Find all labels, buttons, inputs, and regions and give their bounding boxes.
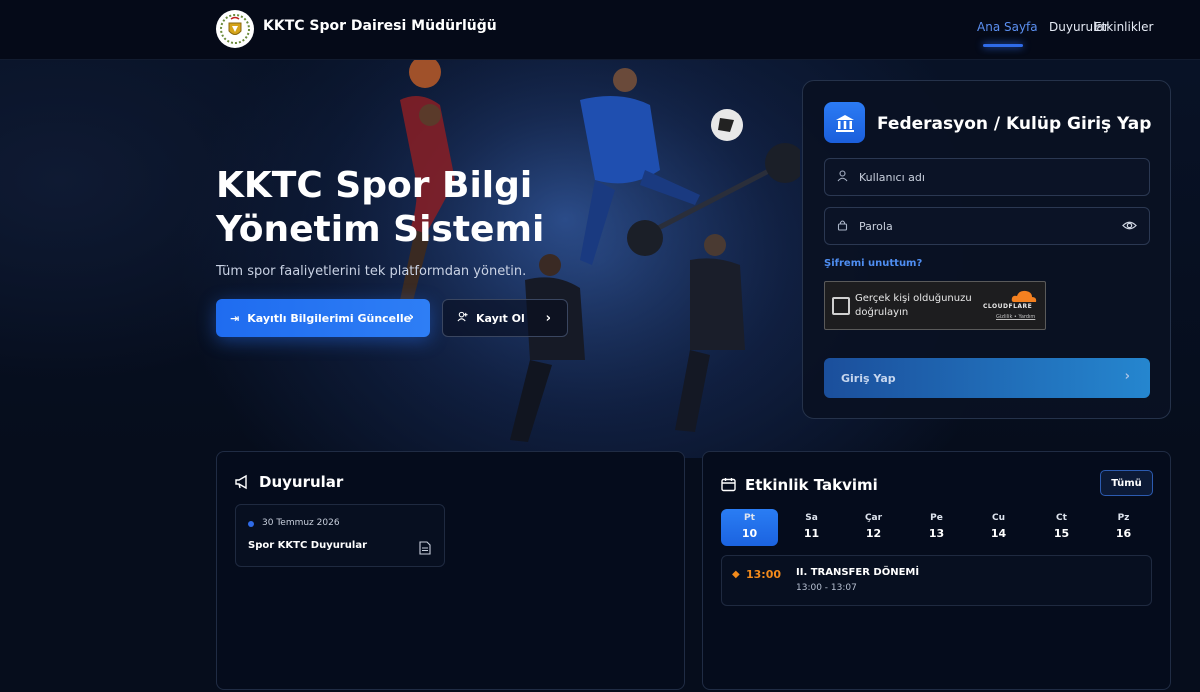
day-cell-sat[interactable]: Ct 15 <box>1033 509 1090 546</box>
day-name: Pe <box>930 513 943 523</box>
crest-emblem-icon[interactable] <box>216 10 254 48</box>
day-date: 12 <box>865 527 882 540</box>
day-cell-thu[interactable]: Pe 13 <box>908 509 965 546</box>
day-cell-wed[interactable]: Çar 12 <box>845 509 902 546</box>
calendar-icon <box>721 477 736 496</box>
day-name: Ct <box>1056 513 1067 523</box>
chevron-right-icon: › <box>408 310 414 325</box>
announcement-item[interactable]: 30 Temmuz 2026 Spor KKTC Duyurular <box>235 504 445 567</box>
user-plus-icon <box>457 311 468 325</box>
password-field[interactable] <box>824 207 1150 245</box>
announcement-title: Spor KKTC Duyurular <box>248 540 367 551</box>
event-time-range: 13:00 - 13:07 <box>796 583 857 593</box>
username-field[interactable] <box>824 158 1150 196</box>
password-input[interactable] <box>859 208 1109 244</box>
day-cell-mon[interactable]: Pt 10 <box>721 509 778 546</box>
announcements-title: Duyurular <box>259 473 344 491</box>
cloudflare-logo: CLOUDFLARE <box>983 303 1033 310</box>
nav-home[interactable]: Ana Sayfa <box>977 20 1038 34</box>
view-all-button[interactable]: Tümü <box>1100 470 1153 496</box>
lock-icon <box>837 219 848 234</box>
day-date: 16 <box>1115 527 1132 540</box>
username-input[interactable] <box>859 159 1109 195</box>
event-item[interactable]: ◆ 13:00 II. TRANSFER DÖNEMİ 13:00 - 13:0… <box>721 555 1152 606</box>
day-date: 13 <box>928 527 945 540</box>
register-button[interactable]: Kayıt Ol › <box>442 299 568 337</box>
day-name: Pt <box>744 513 755 523</box>
day-name: Sa <box>805 513 818 523</box>
day-name: Pz <box>1117 513 1130 523</box>
status-dot <box>248 521 254 527</box>
day-cell-tue[interactable]: Sa 11 <box>783 509 840 546</box>
cloudflare-cloud-icon <box>1011 290 1037 302</box>
captcha-checkbox[interactable] <box>832 297 850 315</box>
calendar-title: Etkinlik Takvimi <box>745 476 878 494</box>
login-arrow-icon: ⇥ <box>230 311 240 325</box>
captcha-privacy-links[interactable]: Gizlilik • Yardım <box>996 314 1035 320</box>
megaphone-icon <box>234 474 250 494</box>
nav-active-indicator <box>983 44 1023 47</box>
user-icon <box>837 170 848 185</box>
update-info-label: Kayıtlı Bilgilerimi Güncelle <box>247 311 412 325</box>
hero-title: KKTC Spor Bilgi Yönetim Sistemi <box>216 164 544 252</box>
day-date: 11 <box>803 527 820 540</box>
day-date: 10 <box>741 527 758 540</box>
event-title: II. TRANSFER DÖNEMİ <box>796 567 920 578</box>
hero-subtitle: Tüm spor faaliyetlerini tek platformdan … <box>216 264 527 279</box>
login-panel: Federasyon / Kulüp Giriş Yap Şifremi unu… <box>802 80 1171 419</box>
register-label: Kayıt Ol <box>476 311 525 325</box>
document-icon[interactable] <box>419 540 431 559</box>
hero-title-line-2: Yönetim Sistemi <box>216 209 545 250</box>
day-date: 14 <box>990 527 1007 540</box>
forgot-password-link[interactable]: Şifremi unuttum? <box>824 258 922 269</box>
chevron-right-icon: › <box>1124 369 1130 384</box>
chevron-right-icon: › <box>545 311 551 326</box>
cloudflare-captcha: Gerçek kişi olduğunuzu doğrulayın CLOUDF… <box>824 281 1046 330</box>
diamond-icon: ◆ <box>732 569 740 580</box>
nav-events[interactable]: Etkinlikler <box>1094 20 1153 34</box>
hero-title-line-1: KKTC Spor Bilgi <box>216 165 533 206</box>
captcha-text: Gerçek kişi olduğunuzu doğrulayın <box>855 293 972 318</box>
top-navbar: KKTC Spor Dairesi Müdürlüğü Ana Sayfa Du… <box>0 0 1200 60</box>
event-calendar-card: Etkinlik Takvimi Tümü Pt 10 Sa 11 Çar 12… <box>702 451 1171 690</box>
brand-title[interactable]: KKTC Spor Dairesi Müdürlüğü <box>263 18 497 34</box>
day-cell-sun[interactable]: Pz 16 <box>1095 509 1152 546</box>
day-date: 15 <box>1053 527 1070 540</box>
login-title: Federasyon / Kulüp Giriş Yap <box>877 114 1152 134</box>
update-info-button[interactable]: ⇥ Kayıtlı Bilgilerimi Güncelle › <box>216 299 430 337</box>
eye-icon[interactable] <box>1122 218 1137 237</box>
announcement-date: 30 Temmuz 2026 <box>262 518 340 528</box>
day-cell-fri[interactable]: Cu 14 <box>970 509 1027 546</box>
login-submit-label: Giriş Yap <box>841 371 896 385</box>
event-time: 13:00 <box>746 568 782 581</box>
login-submit-button[interactable]: Giriş Yap › <box>824 358 1150 398</box>
athletes-illustration <box>330 60 800 458</box>
announcements-card: Duyurular 30 Temmuz 2026 Spor KKTC Duyur… <box>216 451 685 690</box>
day-name: Cu <box>991 513 1005 523</box>
day-name: Çar <box>864 513 883 523</box>
institution-icon <box>824 102 865 143</box>
